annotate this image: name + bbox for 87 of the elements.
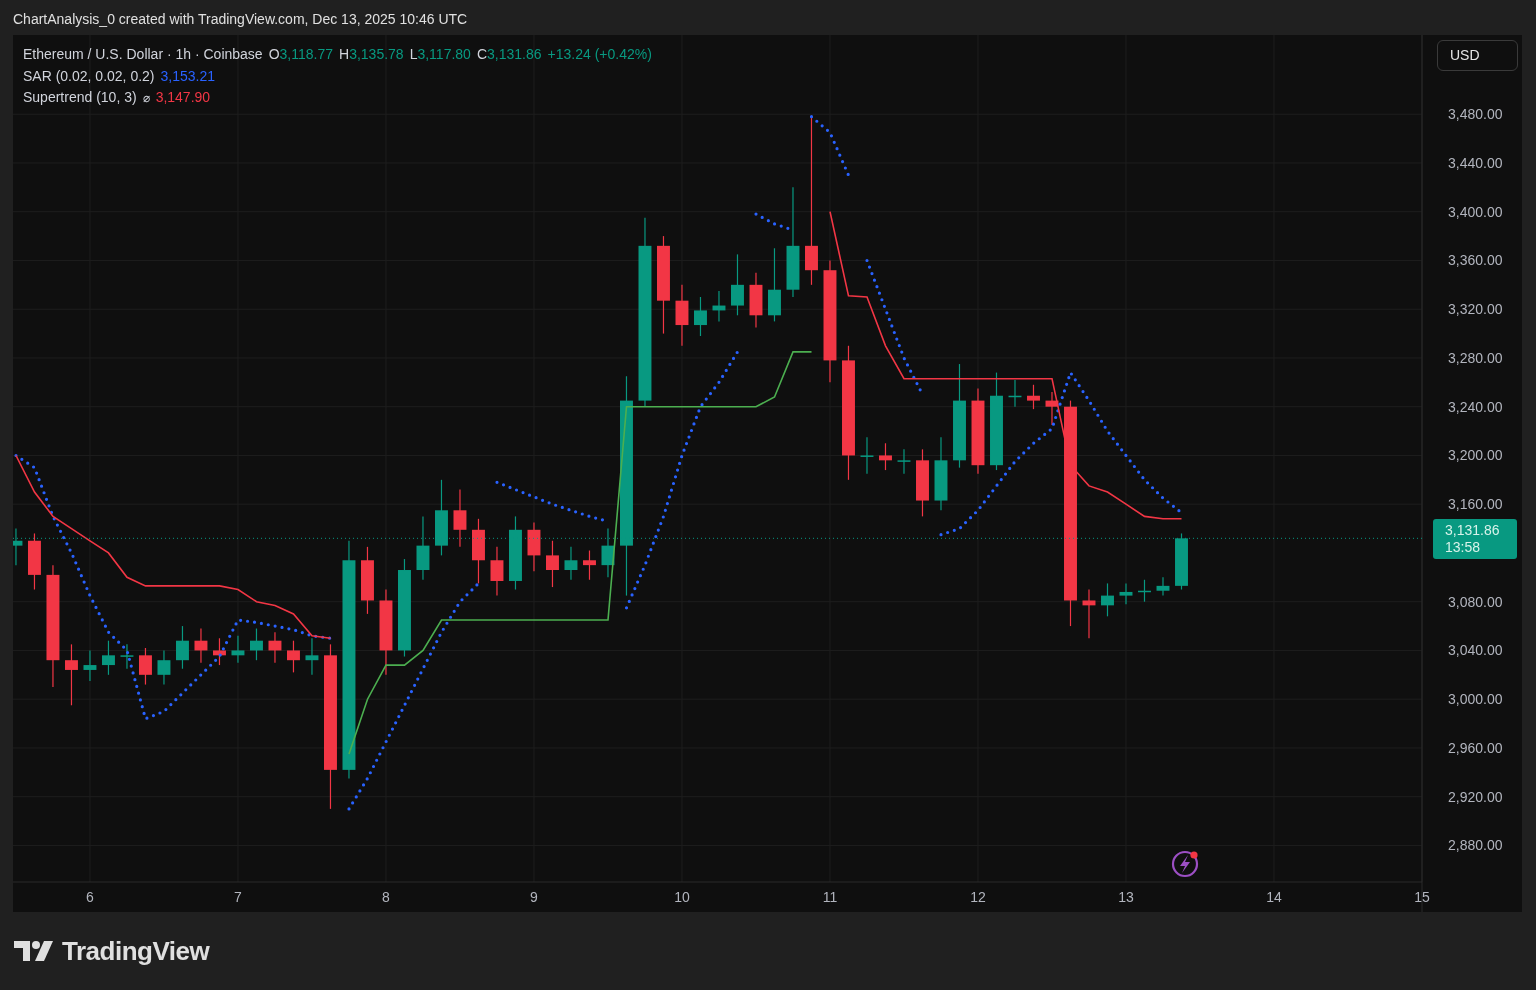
price-axis-label: 2,880.00 bbox=[1448, 837, 1503, 854]
candle bbox=[361, 546, 374, 615]
time-axis-label: 10 bbox=[674, 889, 690, 905]
logo-icon bbox=[14, 940, 54, 963]
candle bbox=[472, 518, 485, 584]
candle bbox=[139, 647, 152, 686]
ohlc-value: H3,135.78 bbox=[339, 45, 404, 64]
price-axis-label: 3,280.00 bbox=[1448, 349, 1503, 366]
candle bbox=[102, 640, 115, 676]
price-axis-label: 3,080.00 bbox=[1448, 593, 1503, 610]
ohlc-value: C3,131.86 bbox=[476, 45, 542, 64]
indicator-name: Supertrend (10, 3) bbox=[23, 88, 137, 107]
candle bbox=[527, 521, 541, 572]
price-axis-label: 3,160.00 bbox=[1448, 496, 1503, 513]
candle bbox=[1175, 532, 1188, 591]
candle bbox=[194, 627, 208, 664]
candle bbox=[28, 532, 41, 591]
lightning-icon[interactable] bbox=[1171, 850, 1199, 878]
ohlc-value: O3,118.77 bbox=[268, 45, 333, 64]
candle bbox=[916, 448, 929, 517]
candle bbox=[601, 528, 615, 578]
price-axis-label: 2,920.00 bbox=[1448, 788, 1503, 805]
candle bbox=[694, 296, 707, 337]
candle bbox=[213, 637, 226, 666]
candle bbox=[675, 284, 689, 347]
candle bbox=[65, 643, 78, 706]
indicator-value: 3,153.21 bbox=[160, 66, 216, 86]
indicator-name: SAR (0.02, 0.02, 0.2) bbox=[23, 66, 155, 86]
candle bbox=[564, 546, 578, 581]
candle bbox=[1101, 582, 1114, 617]
price-axis-label: 3,480.00 bbox=[1448, 106, 1503, 123]
candle bbox=[120, 643, 134, 670]
candle bbox=[1008, 379, 1022, 408]
candle bbox=[231, 635, 245, 664]
candle bbox=[453, 488, 467, 548]
candle bbox=[1138, 579, 1151, 603]
candle bbox=[268, 631, 282, 664]
indicator-status: ⌀ bbox=[142, 90, 150, 107]
time-axis-label: 13 bbox=[1118, 889, 1134, 905]
candle bbox=[490, 546, 504, 597]
price-axis-label: 3,320.00 bbox=[1448, 301, 1503, 318]
time-axis-label: 7 bbox=[234, 889, 242, 905]
candle bbox=[250, 627, 263, 661]
time-axis-label: 6 bbox=[86, 889, 94, 905]
last-price-value: 3,131.86 bbox=[1445, 522, 1501, 540]
currency-button[interactable]: USD bbox=[1437, 40, 1518, 71]
candle bbox=[1156, 576, 1170, 597]
candle bbox=[176, 625, 189, 670]
indicator-value: 3,147.90 bbox=[155, 88, 211, 107]
candle bbox=[83, 649, 97, 682]
price-axis-label: 3,400.00 bbox=[1448, 203, 1503, 220]
price-axis-label: 3,360.00 bbox=[1448, 252, 1503, 269]
export-title: ChartAnalysis_0 created with TradingView.com, Dec 13, 2025 10:46 UTC bbox=[12, 10, 469, 29]
candle bbox=[583, 549, 596, 581]
candle bbox=[546, 540, 559, 588]
price-axis-label: 2,960.00 bbox=[1448, 739, 1503, 756]
candle bbox=[416, 515, 430, 581]
time-axis-label: 12 bbox=[970, 889, 986, 905]
candle bbox=[879, 442, 892, 471]
price-axis-label: 3,200.00 bbox=[1448, 447, 1503, 464]
time-axis-label: 9 bbox=[530, 889, 538, 905]
time-axis-label: 8 bbox=[382, 889, 390, 905]
candle bbox=[305, 637, 319, 676]
time-axis-label: 11 bbox=[822, 889, 838, 905]
price-axis-label: 3,000.00 bbox=[1448, 691, 1503, 708]
symbol-label: Ethereum / U.S. Dollar · 1h · Coinbase bbox=[23, 45, 263, 64]
time-axis-label: 15 bbox=[1414, 889, 1430, 905]
brand-name: TradingView bbox=[62, 935, 210, 968]
time-axis-label: 14 bbox=[1266, 889, 1282, 905]
candle bbox=[749, 272, 763, 329]
price-axis-label: 3,240.00 bbox=[1448, 398, 1503, 415]
price-change: +13.24 (+0.42%) bbox=[547, 45, 652, 64]
bar-countdown: 13:58 bbox=[1445, 539, 1482, 557]
candle bbox=[712, 290, 726, 322]
candle bbox=[157, 649, 171, 686]
candle bbox=[1027, 384, 1040, 410]
candle bbox=[897, 448, 911, 475]
price-axis-label: 3,040.00 bbox=[1448, 642, 1503, 659]
candle bbox=[1082, 588, 1096, 639]
candle bbox=[13, 528, 23, 566]
candle bbox=[731, 253, 744, 316]
ohlc-value: L3,117.80 bbox=[409, 45, 471, 64]
price-axis-label: 3,440.00 bbox=[1448, 154, 1503, 171]
candle bbox=[1045, 391, 1059, 426]
candle bbox=[287, 640, 300, 673]
candle bbox=[1119, 582, 1133, 605]
candle bbox=[860, 436, 874, 475]
